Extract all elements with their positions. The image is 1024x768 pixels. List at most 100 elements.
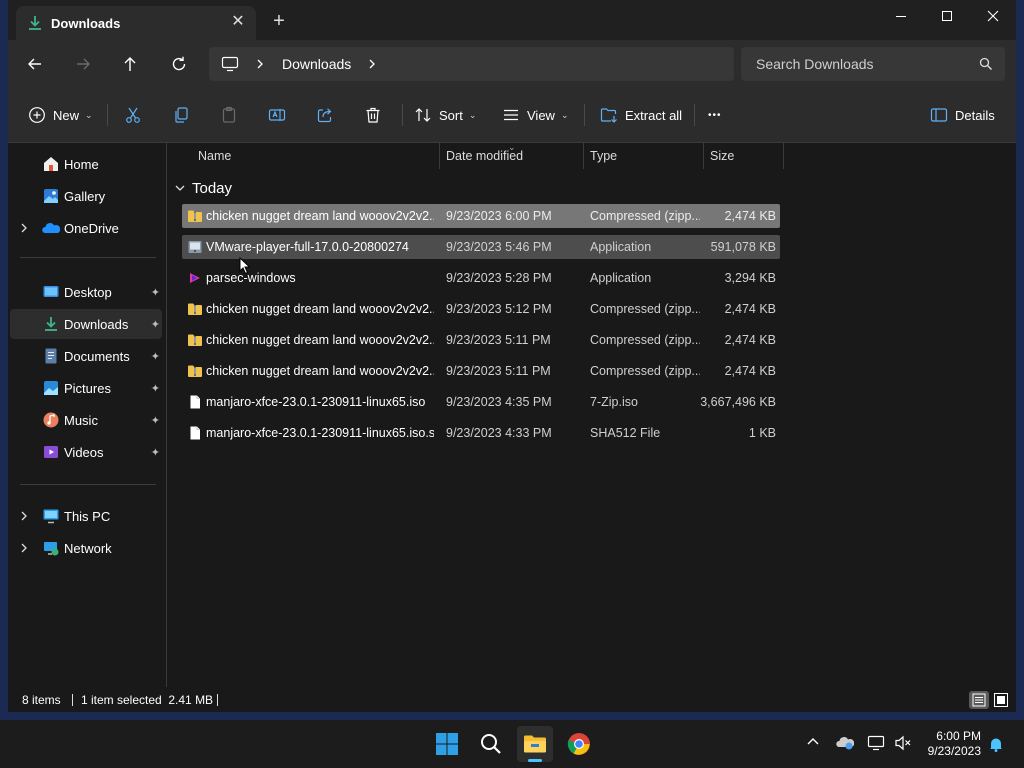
column-header-name[interactable]: Name	[198, 143, 231, 169]
extract-all-label: Extract all	[625, 107, 683, 123]
pin-icon: ✦	[150, 447, 160, 459]
file-date: 9/23/2023 4:35 PM	[446, 395, 552, 409]
sidebar-item-desktop[interactable]: Desktop ✦	[10, 277, 162, 307]
home-icon	[44, 157, 58, 171]
address-row: Downloads Search Downloads	[8, 40, 1016, 88]
column-divider[interactable]	[783, 143, 784, 169]
file-row[interactable]: chicken nugget dream land wooov2v2v2... …	[182, 204, 780, 228]
search-input[interactable]: Search Downloads	[741, 47, 1005, 81]
tab-downloads[interactable]: Downloads ✕	[16, 6, 256, 40]
onedrive-tray-icon[interactable]	[836, 735, 854, 751]
view-button[interactable]: View ⌄	[502, 103, 569, 127]
tab-close-button[interactable]: ✕	[228, 12, 248, 32]
column-divider[interactable]	[439, 143, 440, 169]
refresh-button[interactable]	[166, 52, 192, 76]
column-divider[interactable]	[703, 143, 704, 169]
file-row[interactable]: VMware-player-full-17.0.0-20800274 9/23/…	[182, 235, 780, 259]
sidebar-item-videos[interactable]: Videos ✦	[10, 437, 162, 467]
volume-muted-icon[interactable]	[894, 735, 912, 751]
sidebar-item-label: Music	[64, 413, 98, 428]
extract-all-button[interactable]: Extract all	[600, 103, 682, 127]
status-bar: 8 items 1 item selected 2.41 MB	[8, 688, 1016, 712]
file-size: 3,667,496 KB	[700, 395, 776, 409]
sidebar-item-this-pc[interactable]: This PC	[10, 501, 162, 531]
details-view-button[interactable]	[969, 691, 989, 709]
command-divider	[584, 104, 585, 126]
windows-logo-icon	[436, 733, 458, 755]
start-button[interactable]	[429, 726, 465, 762]
up-button[interactable]	[117, 52, 143, 76]
arrow-left-icon	[28, 58, 41, 70]
desktop-icon	[43, 286, 59, 297]
view-list-icon	[504, 109, 518, 121]
column-header-size[interactable]: Size	[710, 143, 734, 169]
chevron-right-icon	[21, 511, 27, 521]
chevron-down-icon	[175, 185, 185, 191]
group-header-today[interactable]: Today	[174, 178, 232, 198]
notification-bell-icon[interactable]	[988, 736, 1004, 752]
cut-button[interactable]	[124, 103, 142, 127]
column-divider[interactable]	[583, 143, 584, 169]
file-row[interactable]: manjaro-xfce-23.0.1-230911-linux65.iso.s…	[182, 421, 780, 445]
taskbar-chrome[interactable]	[561, 726, 597, 762]
sidebar-item-music[interactable]: Music ✦	[10, 405, 162, 435]
chevron-down-icon: ⌄	[468, 109, 477, 120]
details-pane-button[interactable]: Details	[930, 103, 995, 127]
breadcrumb[interactable]: Downloads	[209, 47, 734, 81]
delete-button[interactable]	[364, 103, 382, 127]
more-options-button[interactable]: •••	[708, 103, 722, 127]
this-pc-icon	[43, 509, 59, 524]
forward-button[interactable]	[70, 52, 96, 76]
music-icon	[43, 412, 59, 428]
system-clock[interactable]: 6:00 PM 9/23/2023	[915, 729, 981, 759]
pin-icon: ✦	[150, 383, 160, 395]
file-type: Compressed (zipp...	[590, 364, 700, 378]
onedrive-icon	[42, 223, 60, 233]
file-row[interactable]: chicken nugget dream land wooov2v2v2... …	[182, 359, 780, 383]
paste-button[interactable]	[220, 103, 238, 127]
sidebar-item-downloads[interactable]: Downloads ✦	[10, 309, 162, 339]
new-tab-button[interactable]: +	[270, 11, 288, 31]
sort-button[interactable]: Sort ⌄	[414, 103, 476, 127]
tiles-view-button[interactable]	[991, 691, 1011, 709]
share-button[interactable]	[316, 103, 334, 127]
display-icon[interactable]	[867, 735, 885, 751]
back-button[interactable]	[22, 52, 48, 76]
column-header-type[interactable]: Type	[590, 143, 617, 169]
new-button[interactable]: New ⌄	[28, 103, 93, 127]
file-row[interactable]: parsec-windows 9/23/2023 5:28 PM Applica…	[182, 266, 780, 290]
close-window-button[interactable]	[970, 0, 1016, 32]
search-placeholder: Search Downloads	[756, 56, 874, 72]
chevron-right-icon	[369, 59, 375, 69]
file-type: Application	[590, 271, 652, 285]
column-header-date-modified[interactable]: Date modified	[446, 143, 523, 169]
file-date: 9/23/2023 4:33 PM	[446, 426, 552, 440]
sidebar-item-gallery[interactable]: Gallery	[10, 181, 162, 211]
show-hidden-icons-icon[interactable]	[806, 735, 820, 749]
taskbar-file-explorer[interactable]	[517, 726, 553, 762]
file-explorer-window: Downloads ✕ + Downloads Search Downloads…	[8, 0, 1016, 712]
file-row[interactable]: chicken nugget dream land wooov2v2v2... …	[182, 297, 780, 321]
maximize-button[interactable]	[924, 0, 970, 32]
sidebar-divider	[20, 257, 156, 258]
sidebar-item-home[interactable]: Home	[10, 149, 162, 179]
sidebar-item-label: Desktop	[64, 285, 112, 300]
sidebar-item-label: Downloads	[64, 317, 129, 332]
sidebar-item-onedrive[interactable]: OneDrive	[10, 213, 162, 243]
sidebar-item-label: Pictures	[64, 381, 111, 396]
taskbar-search-button[interactable]	[473, 726, 509, 762]
sidebar-divider	[20, 484, 156, 485]
copy-button[interactable]	[172, 103, 190, 127]
extract-folder-icon	[600, 108, 617, 123]
file-date: 9/23/2023 5:12 PM	[446, 302, 552, 316]
file-row[interactable]: manjaro-xfce-23.0.1-230911-linux65.iso 9…	[182, 390, 780, 414]
file-row[interactable]: chicken nugget dream land wooov2v2v2... …	[182, 328, 780, 352]
sidebar-item-documents[interactable]: Documents ✦	[10, 341, 162, 371]
minimize-button[interactable]	[878, 0, 924, 32]
chevron-down-icon: ⌄	[560, 109, 569, 120]
refresh-icon	[172, 56, 186, 71]
rename-button[interactable]	[268, 103, 286, 127]
breadcrumb-item-downloads[interactable]: Downloads	[282, 56, 351, 72]
sidebar-item-pictures[interactable]: Pictures ✦	[10, 373, 162, 403]
sidebar-item-network[interactable]: Network	[10, 533, 162, 563]
